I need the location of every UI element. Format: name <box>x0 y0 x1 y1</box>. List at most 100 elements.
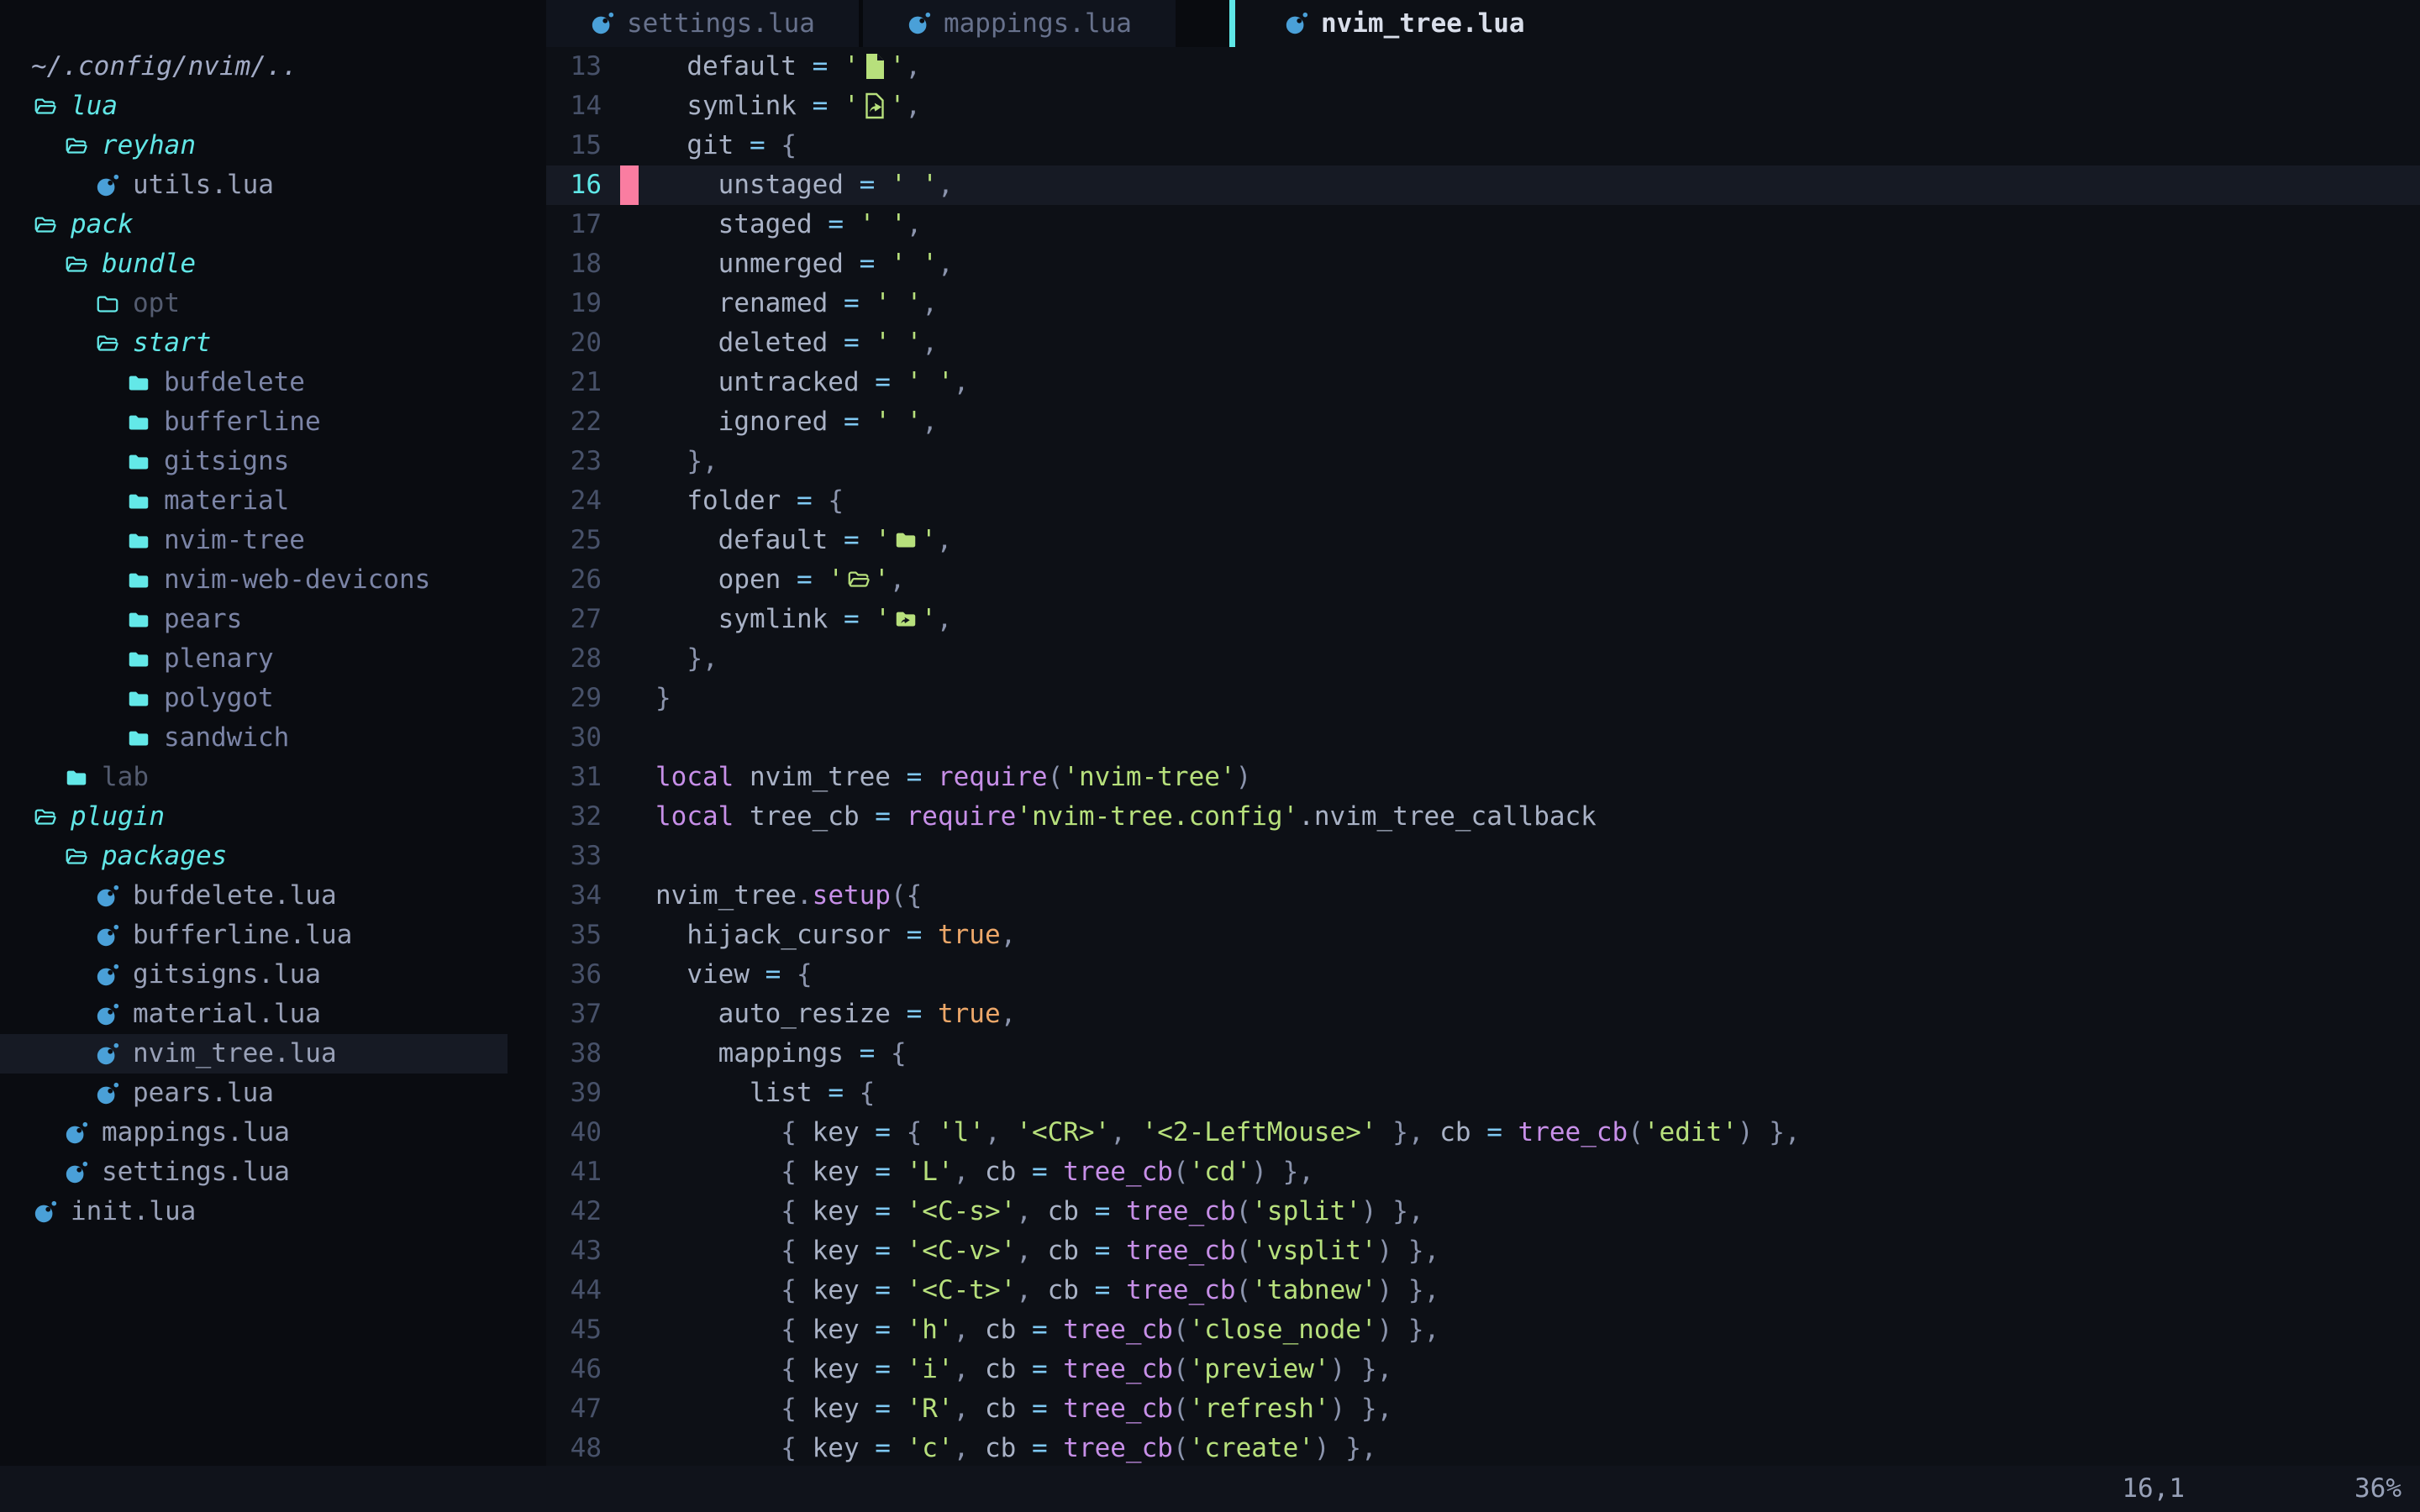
code-line-33[interactable]: 33 <box>546 837 2420 876</box>
tab-settings.lua[interactable]: settings.lua <box>546 0 859 47</box>
code-line-37[interactable]: 37 auto_resize = true, <box>546 995 2420 1034</box>
code-text: default = '', <box>655 47 921 87</box>
code-line-41[interactable]: 41 { key = 'L', cb = tree_cb('cd') }, <box>546 1152 2420 1192</box>
tree-item-bufdelete[interactable]: bufdelete <box>0 363 546 402</box>
code-line-46[interactable]: 46 { key = 'i', cb = tree_cb('preview') … <box>546 1350 2420 1389</box>
code-text: { key = 'i', cb = tree_cb('preview') }, <box>655 1350 1392 1389</box>
line-number: 27 <box>546 600 602 639</box>
code-line-20[interactable]: 20 deleted = ' ', <box>546 323 2420 363</box>
tab-nvim_tree.lua[interactable]: nvim_tree.lua <box>1235 0 1572 47</box>
line-number: 32 <box>546 797 602 837</box>
tree-item-nvim-tree[interactable]: nvim-tree <box>0 521 546 560</box>
tree-item-plugin[interactable]: plugin <box>0 797 546 837</box>
tree-item-material.lua[interactable]: material.lua <box>0 995 546 1034</box>
tree-item-nvim-web-devicons[interactable]: nvim-web-devicons <box>0 560 546 600</box>
line-number: 19 <box>546 284 602 323</box>
tree-item-gitsigns[interactable]: gitsigns <box>0 442 546 481</box>
tree-root-path[interactable]: ~/.config/nvim/.. <box>0 47 546 87</box>
tree-item-polygot[interactable]: polygot <box>0 679 546 718</box>
code-line-36[interactable]: 36 view = { <box>546 955 2420 995</box>
tree-item-packages[interactable]: packages <box>0 837 546 876</box>
code-line-32[interactable]: 32local tree_cb = require'nvim-tree.conf… <box>546 797 2420 837</box>
line-number: 13 <box>546 47 602 87</box>
tab-mappings.lua[interactable]: mappings.lua <box>863 0 1176 47</box>
code-line-38[interactable]: 38 mappings = { <box>546 1034 2420 1074</box>
tree-item-utils.lua[interactable]: utils.lua <box>0 165 546 205</box>
tree-item-mappings.lua[interactable]: mappings.lua <box>0 1113 546 1152</box>
tree-item-lua[interactable]: lua <box>0 87 546 126</box>
code-line-48[interactable]: 48 { key = 'c', cb = tree_cb('create') }… <box>546 1429 2420 1466</box>
tree-item-label: pears.lua <box>133 1074 274 1113</box>
code-line-40[interactable]: 40 { key = { 'l', '<CR>', '<2-LeftMouse>… <box>546 1113 2420 1152</box>
code-line-18[interactable]: 18 unmerged = ' ', <box>546 244 2420 284</box>
tree-item-plenary[interactable]: plenary <box>0 639 546 679</box>
nvim-tree-sidebar[interactable]: ~/.config/nvim/..luareyhanutils.luapackb… <box>0 0 546 1466</box>
tree-item-pears.lua[interactable]: pears.lua <box>0 1074 546 1113</box>
code-text: symlink = '', <box>655 87 921 126</box>
code-line-26[interactable]: 26 open = '', <box>546 560 2420 600</box>
folder-open-icon <box>62 843 91 871</box>
code-line-24[interactable]: 24 folder = { <box>546 481 2420 521</box>
code-line-21[interactable]: 21 untracked = ' ', <box>546 363 2420 402</box>
tree-item-sandwich[interactable]: sandwich <box>0 718 546 758</box>
tree-item-pears[interactable]: pears <box>0 600 546 639</box>
tree-item-lab[interactable]: lab <box>0 758 546 797</box>
tree-item-bufferline[interactable]: bufferline <box>0 402 546 442</box>
code-line-22[interactable]: 22 ignored = ' ', <box>546 402 2420 442</box>
tree-item-label: bufdelete.lua <box>133 876 337 916</box>
code-line-39[interactable]: 39 list = { <box>546 1074 2420 1113</box>
code-text: { key = 'h', cb = tree_cb('close_node') … <box>655 1310 1439 1350</box>
sign-column <box>620 1152 639 1192</box>
code-line-14[interactable]: 14 symlink = '', <box>546 87 2420 126</box>
tree-item-nvim_tree.lua[interactable]: nvim_tree.lua <box>0 1034 508 1074</box>
code-line-43[interactable]: 43 { key = '<C-v>', cb = tree_cb('vsplit… <box>546 1231 2420 1271</box>
line-number: 41 <box>546 1152 602 1192</box>
code-line-25[interactable]: 25 default = '', <box>546 521 2420 560</box>
line-number: 48 <box>546 1429 602 1466</box>
sign-column <box>620 718 639 758</box>
code-text: git = { <box>655 126 797 165</box>
code-line-44[interactable]: 44 { key = '<C-t>', cb = tree_cb('tabnew… <box>546 1271 2420 1310</box>
folder-icon <box>124 645 153 674</box>
code-line-34[interactable]: 34nvim_tree.setup({ <box>546 876 2420 916</box>
lua-icon <box>93 921 122 950</box>
code-line-15[interactable]: 15 git = { <box>546 126 2420 165</box>
code-line-45[interactable]: 45 { key = 'h', cb = tree_cb('close_node… <box>546 1310 2420 1350</box>
code-line-17[interactable]: 17 staged = ' ', <box>546 205 2420 244</box>
tab-label: nvim_tree.lua <box>1321 8 1525 39</box>
sign-column <box>620 600 639 639</box>
tree-item-bundle[interactable]: bundle <box>0 244 546 284</box>
tree-item-label: sandwich <box>164 718 289 758</box>
editor-buffer[interactable]: 13 default = '',14 symlink = '',15 git =… <box>546 47 2420 1466</box>
sign-column <box>620 837 639 876</box>
code-line-47[interactable]: 47 { key = 'R', cb = tree_cb('refresh') … <box>546 1389 2420 1429</box>
bufferline-tabbar: settings.luamappings.lua nvim_tree.lua <box>546 0 2420 47</box>
code-line-23[interactable]: 23 }, <box>546 442 2420 481</box>
code-line-30[interactable]: 30 <box>546 718 2420 758</box>
tree-item-opt[interactable]: opt <box>0 284 546 323</box>
tree-item-gitsigns.lua[interactable]: gitsigns.lua <box>0 955 546 995</box>
code-line-42[interactable]: 42 { key = '<C-s>', cb = tree_cb('split'… <box>546 1192 2420 1231</box>
code-line-28[interactable]: 28 }, <box>546 639 2420 679</box>
tree-item-bufferline.lua[interactable]: bufferline.lua <box>0 916 546 955</box>
code-line-16[interactable]: 16 unstaged = ' ', <box>546 165 2420 205</box>
tree-item-start[interactable]: start <box>0 323 546 363</box>
tree-item-bufdelete.lua[interactable]: bufdelete.lua <box>0 876 546 916</box>
code-line-31[interactable]: 31local nvim_tree = require('nvim-tree') <box>546 758 2420 797</box>
code-line-13[interactable]: 13 default = '', <box>546 47 2420 87</box>
tree-item-settings.lua[interactable]: settings.lua <box>0 1152 546 1192</box>
tree-item-material[interactable]: material <box>0 481 546 521</box>
tree-item-label: reyhan <box>102 126 196 165</box>
code-line-29[interactable]: 29} <box>546 679 2420 718</box>
tree-item-reyhan[interactable]: reyhan <box>0 126 546 165</box>
tree-item-label: lab <box>102 758 149 797</box>
tree-item-pack[interactable]: pack <box>0 205 546 244</box>
statusline: 16,1 36% <box>0 1466 2420 1512</box>
folder-open-outline-icon <box>846 565 871 594</box>
folder-open-icon <box>31 211 60 239</box>
code-line-19[interactable]: 19 renamed = ' ', <box>546 284 2420 323</box>
code-line-35[interactable]: 35 hijack_cursor = true, <box>546 916 2420 955</box>
line-number: 23 <box>546 442 602 481</box>
tree-item-init.lua[interactable]: init.lua <box>0 1192 546 1231</box>
code-line-27[interactable]: 27 symlink = '', <box>546 600 2420 639</box>
